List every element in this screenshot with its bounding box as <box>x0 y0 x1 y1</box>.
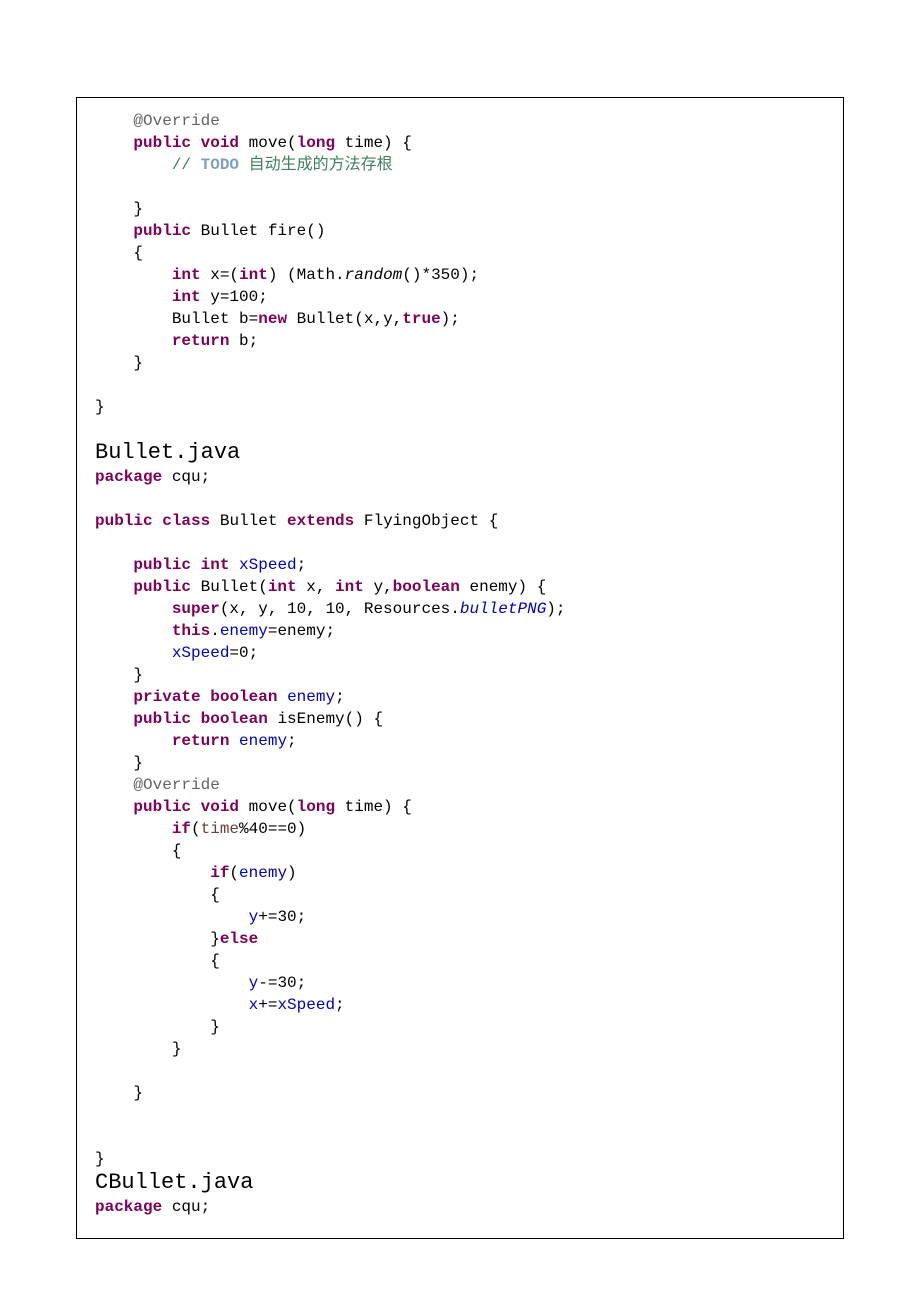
page: @Override public void move(long time) { … <box>0 0 920 1300</box>
file-heading-bullet: Bullet.java <box>95 440 240 465</box>
code-frame: @Override public void move(long time) { … <box>76 97 844 1239</box>
annotation: @Override <box>95 112 220 130</box>
code-block: @Override public void move(long time) { … <box>95 110 825 1218</box>
file-heading-cbullet: CBullet.java <box>95 1170 253 1195</box>
